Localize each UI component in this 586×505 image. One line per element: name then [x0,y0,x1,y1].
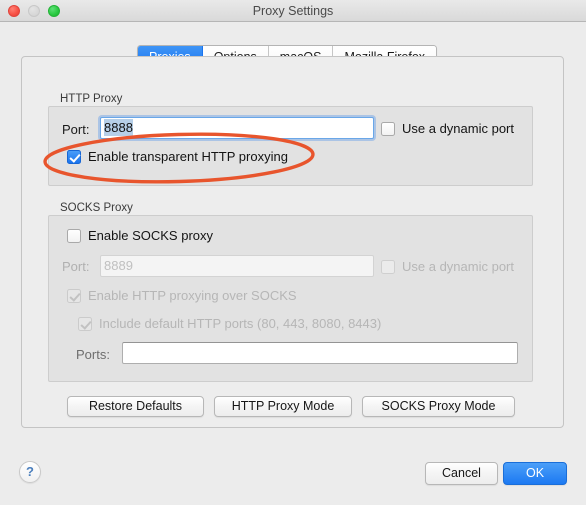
http-port-input[interactable]: 8888 [100,117,374,139]
include-default-http-ports-checkbox: Include default HTTP ports (80, 443, 808… [78,316,381,331]
include-default-http-ports-label: Include default HTTP ports (80, 443, 808… [99,316,382,331]
http-proxy-group-label: HTTP Proxy [60,93,123,105]
checkbox-box-icon [67,228,81,243]
socks-port-input[interactable]: 8889 [100,255,374,277]
checkbox-checked-icon [67,149,81,164]
socks-dynamic-port-label: Use a dynamic port [402,259,514,274]
checkbox-box-icon [381,121,395,136]
window-titlebar: Proxy Settings [0,0,586,22]
enable-http-proxying-over-socks-checkbox: Enable HTTP proxying over SOCKS [67,288,297,303]
restore-defaults-button[interactable]: Restore Defaults [67,396,204,417]
socks-port-placeholder: 8889 [104,258,133,273]
checkbox-checked-disabled-icon [78,316,92,331]
window-title: Proxy Settings [252,4,334,18]
socks-ports-label: Ports: [76,347,110,362]
socks-dynamic-port-checkbox: Use a dynamic port [381,259,514,274]
socks-ports-input[interactable] [122,342,518,364]
enable-socks-proxy-checkbox[interactable]: Enable SOCKS proxy [67,228,213,243]
http-port-value: 8888 [104,119,133,136]
checkbox-checked-disabled-icon [67,288,81,303]
cancel-button[interactable]: Cancel [425,462,498,485]
socks-proxy-group-label: SOCKS Proxy [60,202,133,214]
enable-socks-proxy-label: Enable SOCKS proxy [88,228,214,243]
enable-transparent-http-proxying-checkbox[interactable]: Enable transparent HTTP proxying [67,149,288,164]
socks-proxy-mode-button[interactable]: SOCKS Proxy Mode [362,396,515,417]
http-dynamic-port-label: Use a dynamic port [402,121,514,136]
enable-transparent-http-proxying-label: Enable transparent HTTP proxying [88,149,288,164]
help-button[interactable]: ? [19,461,41,483]
http-port-label: Port: [62,122,90,137]
ok-button[interactable]: OK [503,462,567,485]
socks-port-label: Port: [62,259,90,274]
http-dynamic-port-checkbox[interactable]: Use a dynamic port [381,121,514,136]
enable-http-proxying-over-socks-label: Enable HTTP proxying over SOCKS [88,288,297,303]
checkbox-box-icon [381,259,395,274]
http-proxy-mode-button[interactable]: HTTP Proxy Mode [214,396,352,417]
